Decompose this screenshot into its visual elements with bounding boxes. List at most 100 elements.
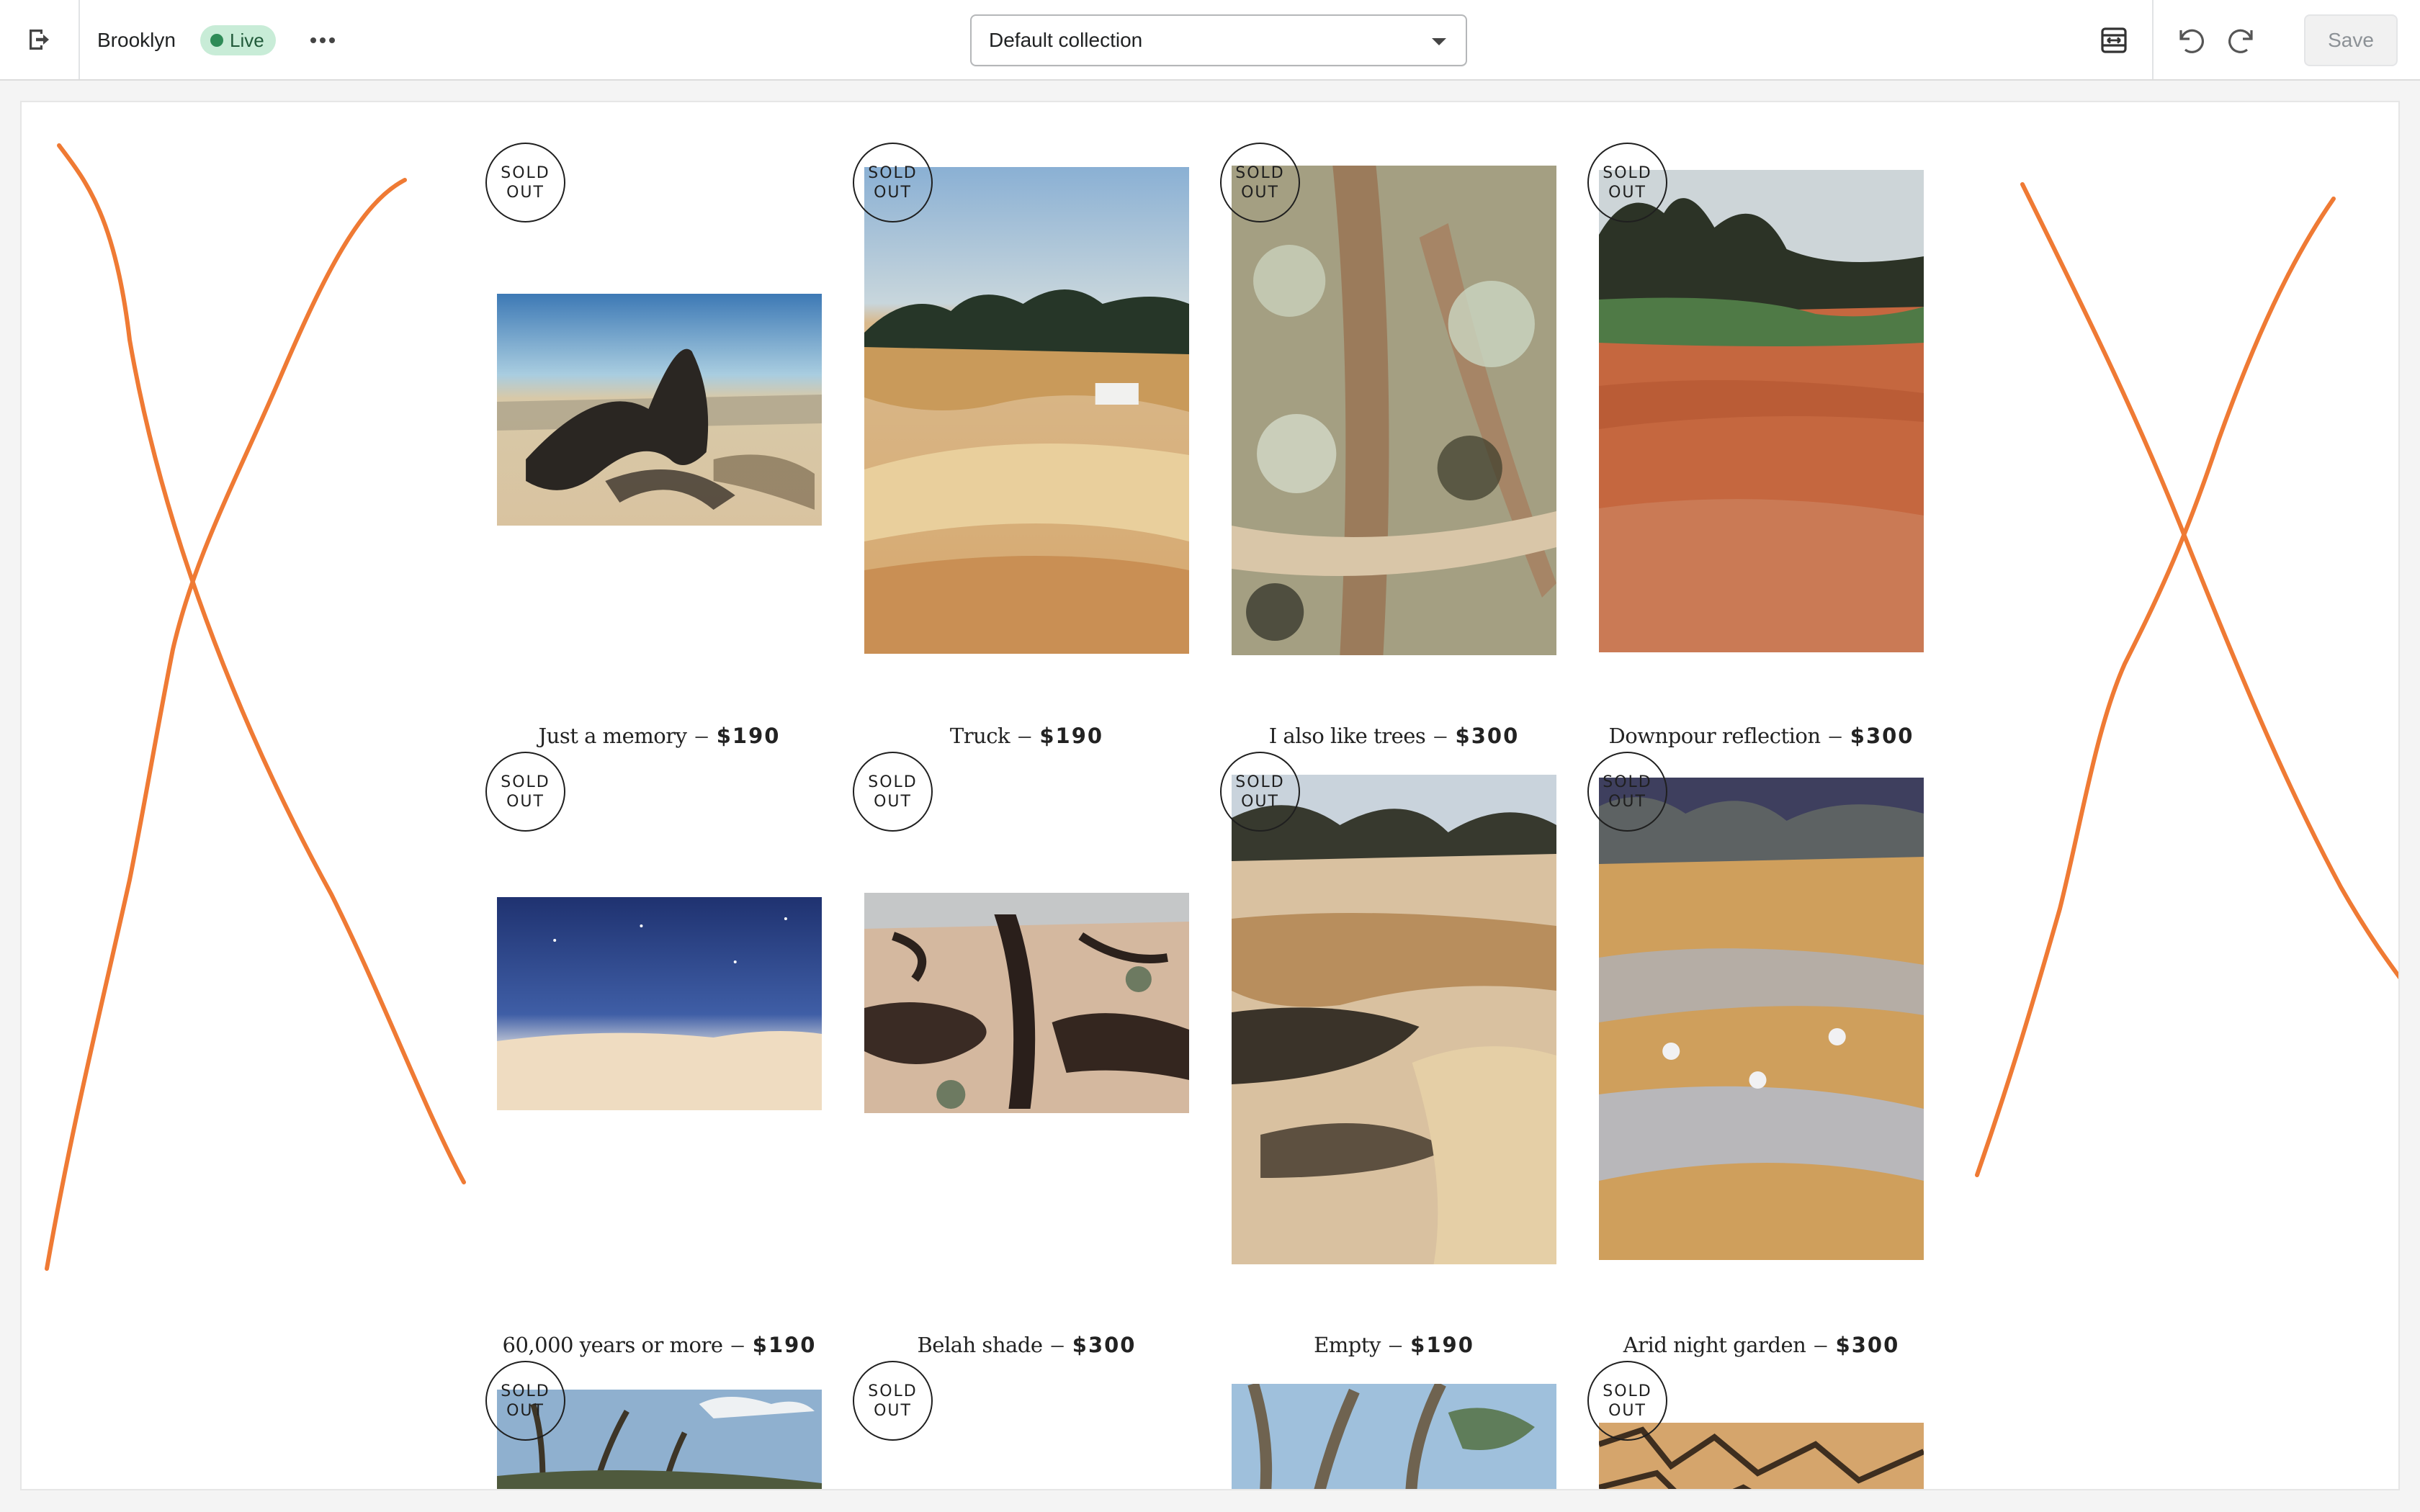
sold-out-label: SOLD (1603, 1382, 1652, 1400)
scribble-left-stroke-2 (45, 178, 407, 1271)
sold-out-label: OUT (506, 183, 544, 202)
product-title: Belah shade (917, 1333, 1044, 1357)
caption-dash: – (1018, 723, 1031, 748)
collection-select-value: Default collection (989, 29, 1143, 51)
product-image[interactable] (1232, 1384, 1556, 1489)
sold-out-label: SOLD (868, 1382, 918, 1400)
toolbar-divider (2152, 0, 2154, 79)
viewport-icon (2101, 27, 2127, 53)
sold-out-label: SOLD (1235, 773, 1285, 791)
editor-topbar: Brooklyn Live Default collection Save (0, 0, 2420, 81)
product-price: $190 (1039, 724, 1104, 748)
sold-out-label: SOLD (501, 773, 550, 791)
sold-out-label: OUT (1241, 792, 1279, 811)
status-badge: Live (200, 25, 276, 55)
viewport-toggle-button[interactable] (2085, 14, 2143, 66)
caption-dash: – (1814, 1332, 1827, 1357)
sold-out-badge: SOLD OUT (853, 143, 933, 222)
product-price: $300 (1072, 1333, 1137, 1357)
scribble-left-stroke-1 (57, 143, 466, 1184)
sold-out-label: OUT (874, 792, 912, 811)
sold-out-badge: SOLD OUT (1220, 143, 1300, 222)
product-caption[interactable]: Just a memory – $190 (454, 723, 865, 749)
product-caption[interactable]: Belah shade – $300 (821, 1332, 1232, 1358)
undo-button[interactable] (2166, 17, 2213, 63)
more-horizontal-icon (310, 37, 335, 43)
product-price: $190 (752, 1333, 817, 1357)
product-caption[interactable]: Downpour reflection – $300 (1556, 723, 1967, 749)
sold-out-badge: SOLD OUT (1220, 752, 1300, 832)
sold-out-badge: SOLD OUT (853, 752, 933, 832)
sold-out-badge: SOLD OUT (1587, 1361, 1667, 1441)
caption-dash: – (1434, 723, 1447, 748)
sold-out-label: OUT (1608, 183, 1646, 202)
caption-dash: – (1829, 723, 1842, 748)
caption-dash: – (695, 723, 708, 748)
sold-out-label: OUT (1608, 792, 1646, 811)
product-caption[interactable]: Empty – $190 (1188, 1332, 1600, 1358)
sold-out-label: OUT (1608, 1401, 1646, 1420)
product-title: I also like trees (1268, 724, 1426, 748)
product-title: 60,000 years or more (502, 1333, 724, 1357)
sold-out-label: SOLD (1603, 163, 1652, 182)
product-image[interactable] (1599, 170, 1924, 652)
product-title: Empty (1314, 1333, 1381, 1357)
sold-out-badge: SOLD OUT (485, 143, 565, 222)
caret-down-icon (1432, 38, 1446, 45)
sold-out-badge: SOLD OUT (853, 1361, 933, 1441)
sold-out-label: SOLD (868, 773, 918, 791)
status-dot (210, 34, 223, 47)
theme-preview-canvas: SOLD OUT Just a memory – $190 SOLD OUT Tru… (22, 102, 2398, 1489)
product-title: Downpour reflection (1608, 724, 1821, 748)
sold-out-label: OUT (506, 792, 544, 811)
caption-dash: – (1389, 1332, 1402, 1357)
collection-select[interactable]: Default collection (970, 14, 1467, 66)
sold-out-label: OUT (1241, 183, 1279, 202)
product-title: Truck (949, 724, 1010, 748)
product-image[interactable] (864, 167, 1189, 654)
scribble-right-stroke-2 (1975, 197, 2336, 1177)
sold-out-badge: SOLD OUT (485, 1361, 565, 1441)
product-image[interactable] (497, 897, 822, 1110)
product-title: Just a memory (538, 724, 687, 748)
sold-out-label: OUT (874, 183, 912, 202)
product-image[interactable] (864, 893, 1189, 1113)
sold-out-badge: SOLD OUT (1587, 752, 1667, 832)
product-caption[interactable]: Truck – $190 (821, 723, 1232, 749)
product-price: $300 (1455, 724, 1520, 748)
product-price: $190 (716, 724, 781, 748)
sold-out-label: SOLD (868, 163, 918, 182)
sold-out-badge: SOLD OUT (485, 752, 565, 832)
product-price: $300 (1835, 1333, 1900, 1357)
annotation-scribbles (45, 143, 2398, 1271)
product-price: $300 (1850, 724, 1914, 748)
product-caption[interactable]: Arid night garden – $300 (1556, 1332, 1967, 1358)
sold-out-label: OUT (506, 1401, 544, 1420)
sold-out-label: SOLD (501, 1382, 550, 1400)
sold-out-label: SOLD (1235, 163, 1285, 182)
sold-out-label: OUT (874, 1401, 912, 1420)
status-badge-label: Live (230, 30, 264, 51)
undo-icon (2179, 29, 2204, 53)
redo-button[interactable] (2220, 17, 2266, 63)
redo-icon (2228, 29, 2253, 53)
product-caption[interactable]: 60,000 years or more – $190 (454, 1332, 865, 1358)
product-image[interactable] (497, 294, 822, 526)
product-caption[interactable]: I also like trees – $300 (1188, 723, 1600, 749)
scribble-right-stroke-1 (2020, 182, 2398, 980)
sold-out-badge: SOLD OUT (1587, 143, 1667, 222)
product-image[interactable] (1599, 778, 1924, 1260)
product-image[interactable] (1232, 166, 1556, 655)
more-actions-button[interactable] (302, 23, 343, 58)
store-name: Brooklyn (97, 29, 176, 51)
caption-dash: – (731, 1332, 744, 1357)
caption-dash: – (1051, 1332, 1064, 1357)
exit-icon (29, 30, 49, 50)
save-button[interactable]: Save (2304, 14, 2398, 66)
sold-out-label: SOLD (501, 163, 550, 182)
product-price: $190 (1410, 1333, 1474, 1357)
product-image[interactable] (1232, 775, 1556, 1264)
sold-out-label: SOLD (1603, 773, 1652, 791)
exit-button[interactable] (0, 0, 80, 79)
product-title: Arid night garden (1623, 1333, 1806, 1357)
